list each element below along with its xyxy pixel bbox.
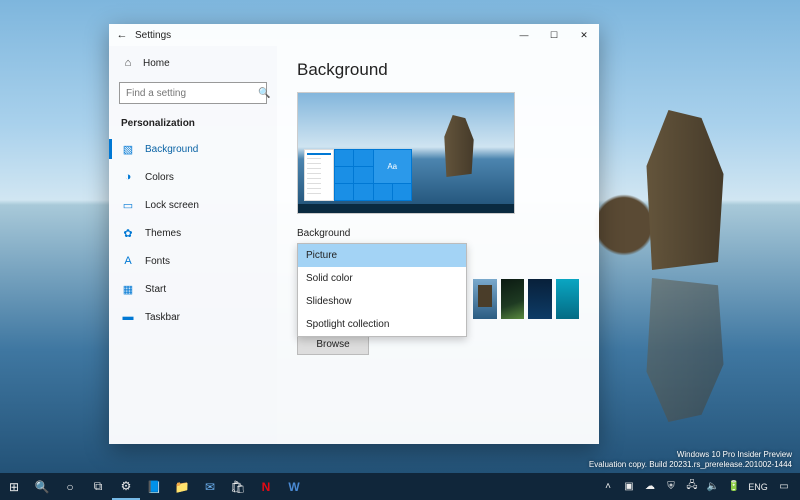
dropdown-option-picture[interactable]: Picture [298, 244, 466, 267]
main-panel: Background Aa Background Picture Solid c… [277, 46, 599, 444]
search-input[interactable] [126, 88, 258, 99]
minimize-button[interactable]: — [509, 24, 539, 46]
preview-sample-text: Aa [374, 150, 412, 183]
background-dropdown-open[interactable]: Picture Solid color Slideshow Spotlight … [297, 243, 467, 337]
tray-onedrive-icon[interactable]: ☁ [640, 473, 660, 500]
home-nav[interactable]: ⌂ Home [109, 50, 277, 76]
taskview-button[interactable]: ⧉ [84, 473, 112, 500]
tray-defender-icon[interactable]: ⛨ [661, 473, 681, 500]
sidebar-item-label: Lock screen [145, 200, 199, 211]
window-title: Settings [135, 30, 509, 41]
titlebar[interactable]: ← Settings — ☐ ✕ [109, 24, 599, 46]
window-body: ⌂ Home 🔍 Personalization ▧ Background ◑ … [109, 46, 599, 444]
sidebar-item-taskbar[interactable]: ▬ Taskbar [109, 303, 277, 331]
sidebar-item-label: Background [145, 144, 198, 155]
dropdown-option-slideshow[interactable]: Slideshow [298, 290, 466, 313]
sidebar-group-label: Personalization [109, 114, 277, 135]
recent-image-3[interactable] [528, 279, 552, 319]
desktop-watermark: Windows 10 Pro Insider Preview Evaluatio… [589, 450, 792, 470]
dropdown-option-solidcolor[interactable]: Solid color [298, 267, 466, 290]
sidebar-item-background[interactable]: ▧ Background [109, 135, 277, 163]
dropdown-option-spotlight[interactable]: Spotlight collection [298, 313, 466, 336]
taskbar-pin-store[interactable]: 🛍 [224, 473, 252, 500]
preview-start-tiles: Aa [334, 149, 412, 201]
taskbar: ⊞ 🔍 ○ ⧉ ⚙ 📘 📁 ✉ 🛍 N W ˄ ▣ ☁ ⛨ 🖧 🔈 🔋 ENG … [0, 473, 800, 500]
taskbar-pin-mail[interactable]: ✉ [196, 473, 224, 500]
sidebar-item-lockscreen[interactable]: ▭ Lock screen [109, 191, 277, 219]
tray-language[interactable]: ENG [745, 473, 771, 500]
desktop-preview: Aa [297, 92, 515, 214]
settings-window: ← Settings — ☐ ✕ ⌂ Home 🔍 Personalizatio… [109, 24, 599, 444]
recent-image-4[interactable] [556, 279, 580, 319]
taskbar-search-button[interactable]: 🔍 [28, 473, 56, 500]
background-dropdown-label: Background [297, 228, 579, 239]
taskbar-icon: ▬ [121, 310, 135, 324]
home-label: Home [143, 58, 170, 69]
background-icon: ▧ [121, 142, 135, 156]
sidebar: ⌂ Home 🔍 Personalization ▧ Background ◑ … [109, 46, 277, 444]
home-icon: ⌂ [121, 56, 135, 70]
tray-meetnow-icon[interactable]: ▣ [619, 473, 639, 500]
sidebar-item-label: Start [145, 284, 166, 295]
sidebar-item-label: Fonts [145, 256, 170, 267]
watermark-line2: Evaluation copy. Build 20231.rs_prerelea… [589, 460, 792, 470]
preview-taskbar [298, 204, 514, 213]
taskbar-pin-word[interactable]: W [280, 473, 308, 500]
wallpaper-rock-reflection [630, 278, 740, 422]
tray-overflow-chevron[interactable]: ˄ [598, 473, 618, 500]
sidebar-item-label: Taskbar [145, 312, 180, 323]
themes-icon: ✿ [121, 226, 135, 240]
lockscreen-icon: ▭ [121, 198, 135, 212]
page-heading: Background [297, 60, 579, 80]
close-button[interactable]: ✕ [569, 24, 599, 46]
taskbar-pin-settings[interactable]: ⚙ [112, 473, 140, 500]
system-tray: ˄ ▣ ☁ ⛨ 🖧 🔈 🔋 ENG ▭ [598, 473, 800, 500]
tray-notifications-icon[interactable]: ▭ [772, 473, 796, 500]
taskbar-pin-edge[interactable]: 📘 [140, 473, 168, 500]
recent-image-2[interactable] [501, 279, 525, 319]
recent-images-row [473, 279, 579, 319]
maximize-button[interactable]: ☐ [539, 24, 569, 46]
taskbar-pin-netflix[interactable]: N [252, 473, 280, 500]
start-icon: ▦ [121, 282, 135, 296]
tray-volume-icon[interactable]: 🔈 [703, 473, 723, 500]
tray-network-icon[interactable]: 🖧 [682, 473, 702, 500]
sidebar-item-colors[interactable]: ◑ Colors [109, 163, 277, 191]
sidebar-item-themes[interactable]: ✿ Themes [109, 219, 277, 247]
sidebar-item-start[interactable]: ▦ Start [109, 275, 277, 303]
taskbar-pin-explorer[interactable]: 📁 [168, 473, 196, 500]
sidebar-item-label: Themes [145, 228, 181, 239]
colors-icon: ◑ [121, 170, 135, 184]
search-icon: 🔍 [258, 88, 270, 99]
wallpaper-rock [630, 110, 740, 270]
tray-battery-icon[interactable]: 🔋 [724, 473, 744, 500]
preview-window [304, 149, 334, 201]
sidebar-item-fonts[interactable]: A Fonts [109, 247, 277, 275]
start-button[interactable]: ⊞ [0, 473, 28, 500]
cortana-button[interactable]: ○ [56, 473, 84, 500]
watermark-line1: Windows 10 Pro Insider Preview [589, 450, 792, 460]
recent-image-1[interactable] [473, 279, 497, 319]
back-button[interactable]: ← [109, 29, 135, 41]
sidebar-item-label: Colors [145, 172, 174, 183]
fonts-icon: A [121, 254, 135, 268]
search-box[interactable]: 🔍 [119, 82, 267, 104]
